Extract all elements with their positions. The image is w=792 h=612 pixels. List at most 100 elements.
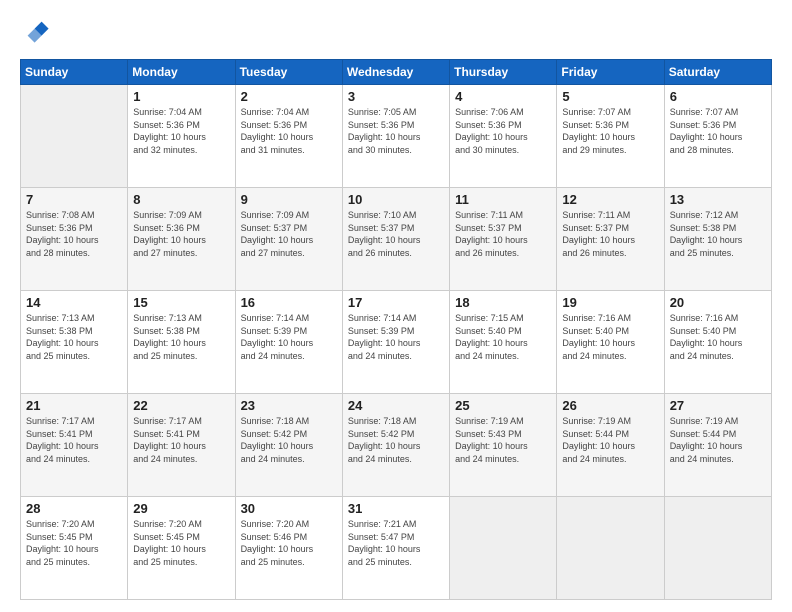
day-number: 24 <box>348 398 444 413</box>
day-info: Sunrise: 7:14 AM Sunset: 5:39 PM Dayligh… <box>241 312 337 362</box>
logo <box>20 16 54 49</box>
day-number: 25 <box>455 398 551 413</box>
day-number: 19 <box>562 295 658 310</box>
calendar-cell: 4 Sunrise: 7:06 AM Sunset: 5:36 PM Daylig… <box>450 85 557 188</box>
day-number: 6 <box>670 89 766 104</box>
day-info: Sunrise: 7:20 AM Sunset: 5:45 PM Dayligh… <box>133 518 229 568</box>
day-number: 4 <box>455 89 551 104</box>
day-info: Sunrise: 7:19 AM Sunset: 5:44 PM Dayligh… <box>562 415 658 465</box>
calendar-cell: 25Sunrise: 7:19 AM Sunset: 5:43 PM Dayli… <box>450 394 557 497</box>
day-number: 13 <box>670 192 766 207</box>
calendar-cell: 8 Sunrise: 7:09 AM Sunset: 5:36 PM Daylig… <box>128 188 235 291</box>
day-number: 29 <box>133 501 229 516</box>
calendar-cell: 7 Sunrise: 7:08 AM Sunset: 5:36 PM Daylig… <box>21 188 128 291</box>
day-number: 31 <box>348 501 444 516</box>
day-info: Sunrise: 7:06 AM Sunset: 5:36 PM Dayligh… <box>455 106 551 156</box>
day-number: 30 <box>241 501 337 516</box>
day-info: Sunrise: 7:17 AM Sunset: 5:41 PM Dayligh… <box>133 415 229 465</box>
day-info: Sunrise: 7:18 AM Sunset: 5:42 PM Dayligh… <box>348 415 444 465</box>
day-number: 10 <box>348 192 444 207</box>
calendar-cell: 2 Sunrise: 7:04 AM Sunset: 5:36 PM Daylig… <box>235 85 342 188</box>
day-info: Sunrise: 7:07 AM Sunset: 5:36 PM Dayligh… <box>670 106 766 156</box>
day-number: 26 <box>562 398 658 413</box>
day-info: Sunrise: 7:11 AM Sunset: 5:37 PM Dayligh… <box>562 209 658 259</box>
calendar-cell <box>21 85 128 188</box>
day-number: 18 <box>455 295 551 310</box>
day-info: Sunrise: 7:20 AM Sunset: 5:46 PM Dayligh… <box>241 518 337 568</box>
calendar-cell: 14Sunrise: 7:13 AM Sunset: 5:38 PM Dayli… <box>21 291 128 394</box>
day-info: Sunrise: 7:07 AM Sunset: 5:36 PM Dayligh… <box>562 106 658 156</box>
calendar-week-row: 28 Sunrise: 7:20 AM Sunset: 5:45 PM Dayli… <box>21 497 772 600</box>
calendar-day-header: Saturday <box>664 60 771 85</box>
calendar-cell: 17Sunrise: 7:14 AM Sunset: 5:39 PM Dayli… <box>342 291 449 394</box>
calendar-cell <box>664 497 771 600</box>
calendar-cell: 29 Sunrise: 7:20 AM Sunset: 5:45 PM Dayli… <box>128 497 235 600</box>
calendar-week-row: 21 Sunrise: 7:17 AM Sunset: 5:41 PM Dayli… <box>21 394 772 497</box>
day-info: Sunrise: 7:08 AM Sunset: 5:36 PM Dayligh… <box>26 209 122 259</box>
calendar-cell: 5 Sunrise: 7:07 AM Sunset: 5:36 PM Daylig… <box>557 85 664 188</box>
day-info: Sunrise: 7:05 AM Sunset: 5:36 PM Dayligh… <box>348 106 444 156</box>
day-info: Sunrise: 7:10 AM Sunset: 5:37 PM Dayligh… <box>348 209 444 259</box>
day-info: Sunrise: 7:09 AM Sunset: 5:37 PM Dayligh… <box>241 209 337 259</box>
day-number: 5 <box>562 89 658 104</box>
day-number: 7 <box>26 192 122 207</box>
calendar-day-header: Wednesday <box>342 60 449 85</box>
calendar-cell: 23 Sunrise: 7:18 AM Sunset: 5:42 PM Dayli… <box>235 394 342 497</box>
calendar-week-row: 1 Sunrise: 7:04 AM Sunset: 5:36 PM Daylig… <box>21 85 772 188</box>
day-info: Sunrise: 7:09 AM Sunset: 5:36 PM Dayligh… <box>133 209 229 259</box>
day-info: Sunrise: 7:13 AM Sunset: 5:38 PM Dayligh… <box>26 312 122 362</box>
calendar-cell: 27 Sunrise: 7:19 AM Sunset: 5:44 PM Dayli… <box>664 394 771 497</box>
calendar-day-header: Tuesday <box>235 60 342 85</box>
day-number: 28 <box>26 501 122 516</box>
header <box>20 16 772 49</box>
calendar-table: SundayMondayTuesdayWednesdayThursdayFrid… <box>20 59 772 600</box>
calendar-cell: 28 Sunrise: 7:20 AM Sunset: 5:45 PM Dayli… <box>21 497 128 600</box>
calendar-cell: 13 Sunrise: 7:12 AM Sunset: 5:38 PM Dayli… <box>664 188 771 291</box>
day-number: 2 <box>241 89 337 104</box>
day-number: 27 <box>670 398 766 413</box>
day-number: 21 <box>26 398 122 413</box>
calendar-cell: 16Sunrise: 7:14 AM Sunset: 5:39 PM Dayli… <box>235 291 342 394</box>
day-number: 22 <box>133 398 229 413</box>
calendar-cell: 9 Sunrise: 7:09 AM Sunset: 5:37 PM Daylig… <box>235 188 342 291</box>
calendar-cell: 11 Sunrise: 7:11 AM Sunset: 5:37 PM Dayli… <box>450 188 557 291</box>
day-info: Sunrise: 7:20 AM Sunset: 5:45 PM Dayligh… <box>26 518 122 568</box>
day-number: 3 <box>348 89 444 104</box>
calendar-day-header: Monday <box>128 60 235 85</box>
calendar-cell: 22 Sunrise: 7:17 AM Sunset: 5:41 PM Dayli… <box>128 394 235 497</box>
day-number: 23 <box>241 398 337 413</box>
day-info: Sunrise: 7:19 AM Sunset: 5:44 PM Dayligh… <box>670 415 766 465</box>
calendar-cell: 24 Sunrise: 7:18 AM Sunset: 5:42 PM Dayli… <box>342 394 449 497</box>
calendar-cell: 21 Sunrise: 7:17 AM Sunset: 5:41 PM Dayli… <box>21 394 128 497</box>
day-info: Sunrise: 7:11 AM Sunset: 5:37 PM Dayligh… <box>455 209 551 259</box>
calendar-cell: 20 Sunrise: 7:16 AM Sunset: 5:40 PM Dayli… <box>664 291 771 394</box>
day-number: 8 <box>133 192 229 207</box>
day-info: Sunrise: 7:04 AM Sunset: 5:36 PM Dayligh… <box>133 106 229 156</box>
day-number: 11 <box>455 192 551 207</box>
calendar-cell: 10 Sunrise: 7:10 AM Sunset: 5:37 PM Dayli… <box>342 188 449 291</box>
day-info: Sunrise: 7:16 AM Sunset: 5:40 PM Dayligh… <box>670 312 766 362</box>
day-number: 15 <box>133 295 229 310</box>
day-info: Sunrise: 7:21 AM Sunset: 5:47 PM Dayligh… <box>348 518 444 568</box>
day-info: Sunrise: 7:16 AM Sunset: 5:40 PM Dayligh… <box>562 312 658 362</box>
day-number: 1 <box>133 89 229 104</box>
day-info: Sunrise: 7:04 AM Sunset: 5:36 PM Dayligh… <box>241 106 337 156</box>
calendar-cell: 1 Sunrise: 7:04 AM Sunset: 5:36 PM Daylig… <box>128 85 235 188</box>
calendar-cell: 18 Sunrise: 7:15 AM Sunset: 5:40 PM Dayli… <box>450 291 557 394</box>
calendar-cell: 12Sunrise: 7:11 AM Sunset: 5:37 PM Dayli… <box>557 188 664 291</box>
calendar-day-header: Thursday <box>450 60 557 85</box>
calendar-cell: 3 Sunrise: 7:05 AM Sunset: 5:36 PM Daylig… <box>342 85 449 188</box>
day-info: Sunrise: 7:12 AM Sunset: 5:38 PM Dayligh… <box>670 209 766 259</box>
day-number: 20 <box>670 295 766 310</box>
day-number: 9 <box>241 192 337 207</box>
calendar-cell: 31 Sunrise: 7:21 AM Sunset: 5:47 PM Dayli… <box>342 497 449 600</box>
day-info: Sunrise: 7:13 AM Sunset: 5:38 PM Dayligh… <box>133 312 229 362</box>
day-info: Sunrise: 7:17 AM Sunset: 5:41 PM Dayligh… <box>26 415 122 465</box>
calendar-day-header: Friday <box>557 60 664 85</box>
calendar-cell: 6 Sunrise: 7:07 AM Sunset: 5:36 PM Daylig… <box>664 85 771 188</box>
calendar-cell: 15 Sunrise: 7:13 AM Sunset: 5:38 PM Dayli… <box>128 291 235 394</box>
calendar-week-row: 14Sunrise: 7:13 AM Sunset: 5:38 PM Dayli… <box>21 291 772 394</box>
day-info: Sunrise: 7:15 AM Sunset: 5:40 PM Dayligh… <box>455 312 551 362</box>
day-info: Sunrise: 7:14 AM Sunset: 5:39 PM Dayligh… <box>348 312 444 362</box>
day-info: Sunrise: 7:18 AM Sunset: 5:42 PM Dayligh… <box>241 415 337 465</box>
